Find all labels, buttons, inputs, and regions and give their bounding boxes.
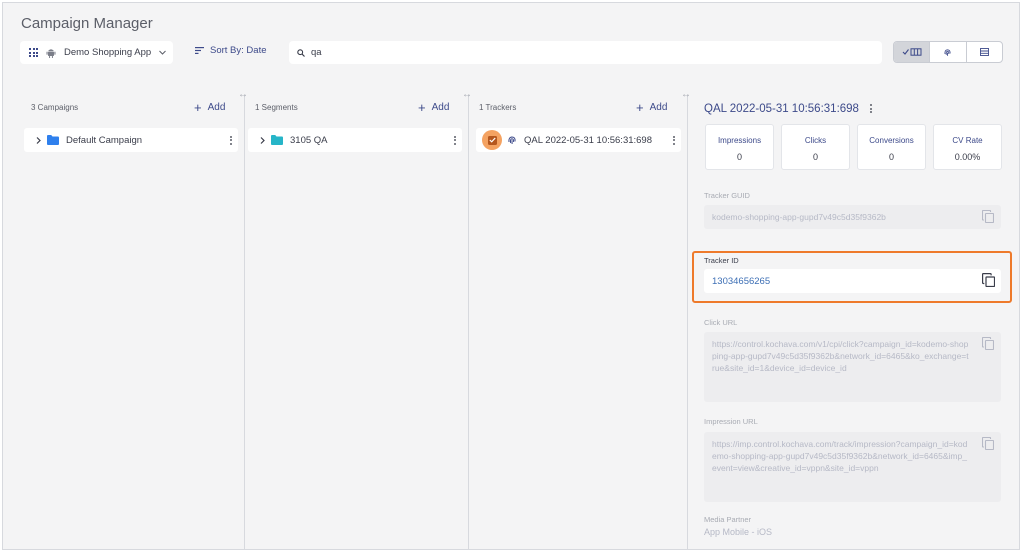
more-options-icon[interactable]	[454, 135, 456, 145]
stat-value: 0	[888, 152, 894, 162]
trackers-count: 1 Trackers	[479, 103, 517, 112]
add-campaign-label: Add	[207, 102, 226, 113]
more-options-icon[interactable]	[870, 104, 872, 113]
copy-icon[interactable]	[982, 337, 994, 350]
tracker-checkbox[interactable]	[482, 130, 502, 150]
android-icon	[46, 47, 56, 58]
campaign-item[interactable]: Default Campaign	[24, 128, 238, 152]
add-tracker-label: Add	[649, 102, 668, 113]
add-tracker-button[interactable]: + Add	[636, 99, 668, 115]
fingerprint-icon	[507, 135, 517, 145]
app-selector[interactable]: Demo Shopping App	[20, 41, 173, 64]
tracker-id-label: Tracker ID	[704, 256, 739, 265]
view-toggle	[893, 41, 1003, 63]
more-options-icon[interactable]	[673, 135, 675, 145]
sort-button[interactable]: Sort By: Date	[195, 45, 267, 56]
apps-grid-icon	[29, 48, 38, 57]
column-divider	[687, 95, 688, 549]
checkbox-checked-icon	[487, 135, 497, 145]
add-segment-button[interactable]: + Add	[418, 99, 450, 115]
more-options-icon[interactable]	[230, 135, 232, 145]
stat-label: Clicks	[804, 136, 827, 145]
plus-icon: +	[636, 99, 644, 115]
stat-label: Impressions	[717, 136, 762, 145]
plus-icon: +	[418, 99, 426, 115]
tracker-item-label: QAL 2022-05-31 10:56:31:698	[524, 134, 652, 146]
list-view-icon	[979, 48, 989, 56]
stat-impressions: Impressions 0	[705, 124, 774, 170]
column-divider	[468, 95, 469, 549]
plus-icon: +	[194, 99, 202, 115]
segments-count: 1 Segments	[255, 103, 298, 112]
search-input[interactable]	[311, 47, 851, 58]
chevron-right-icon[interactable]	[36, 136, 41, 144]
column-view-button[interactable]	[894, 42, 930, 62]
tracker-detail-title: QAL 2022-05-31 10:56:31:698	[704, 103, 859, 115]
folder-icon	[271, 135, 283, 145]
campaign-item-label: Default Campaign	[66, 134, 143, 146]
click-url-label: Click URL	[704, 318, 738, 327]
stat-value: 0	[736, 152, 742, 162]
click-url-field: https://control.kochava.com/v1/cpi/click…	[704, 332, 1001, 402]
stat-label: CV Rate	[952, 136, 983, 145]
stat-cv-rate: CV Rate 0.00%	[933, 124, 1002, 170]
stat-conversions: Conversions 0	[857, 124, 926, 170]
folder-icon	[47, 135, 59, 145]
page-title: Campaign Manager	[21, 15, 153, 32]
stat-value: 0	[812, 152, 818, 162]
sort-label: Sort By: Date	[210, 45, 267, 56]
search-icon	[297, 48, 305, 57]
sort-icon	[195, 47, 204, 54]
fingerprint-icon	[943, 48, 952, 57]
media-partner-label: Media Partner	[704, 515, 752, 524]
resize-handle-icon[interactable]: ↔	[238, 89, 248, 100]
column-divider	[244, 95, 245, 549]
check-columns-view-icon	[902, 48, 922, 56]
add-campaign-button[interactable]: + Add	[194, 99, 226, 115]
stat-label: Conversions	[869, 136, 914, 145]
impression-url-label: Impression URL	[704, 417, 758, 426]
tracker-item[interactable]: QAL 2022-05-31 10:56:31:698	[476, 128, 681, 152]
chevron-down-icon	[159, 50, 166, 55]
copy-icon[interactable]	[982, 437, 994, 450]
app-selector-label: Demo Shopping App	[64, 47, 152, 58]
stat-clicks: Clicks 0	[781, 124, 850, 170]
media-partner-value: App Mobile - iOS	[704, 527, 773, 537]
add-segment-label: Add	[431, 102, 450, 113]
tracker-guid-label: Tracker GUID	[704, 191, 750, 200]
search-field[interactable]	[289, 41, 882, 64]
segment-item-label: 3105 QA	[290, 134, 328, 146]
segment-item[interactable]: 3105 QA	[248, 128, 462, 152]
copy-icon[interactable]	[982, 210, 994, 223]
campaigns-count: 3 Campaigns	[31, 103, 79, 112]
impression-url-field: https://imp.control.kochava.com/track/im…	[704, 432, 1001, 502]
tracker-guid-field: kodemo-shopping-app-gupd7v49c5d35f9362b	[704, 205, 1001, 229]
resize-handle-icon[interactable]: ↔	[681, 89, 691, 100]
tracker-id-field: 13034656265	[704, 269, 1001, 293]
list-view-button[interactable]	[965, 42, 1002, 62]
fingerprint-view-button[interactable]	[929, 42, 965, 62]
resize-handle-icon[interactable]: ↔	[462, 89, 472, 100]
stat-value: 0.00%	[954, 152, 981, 162]
copy-icon[interactable]	[982, 273, 995, 287]
app-window: Campaign Manager Demo Shopping App Sort …	[2, 2, 1020, 550]
chevron-right-icon[interactable]	[260, 136, 265, 144]
